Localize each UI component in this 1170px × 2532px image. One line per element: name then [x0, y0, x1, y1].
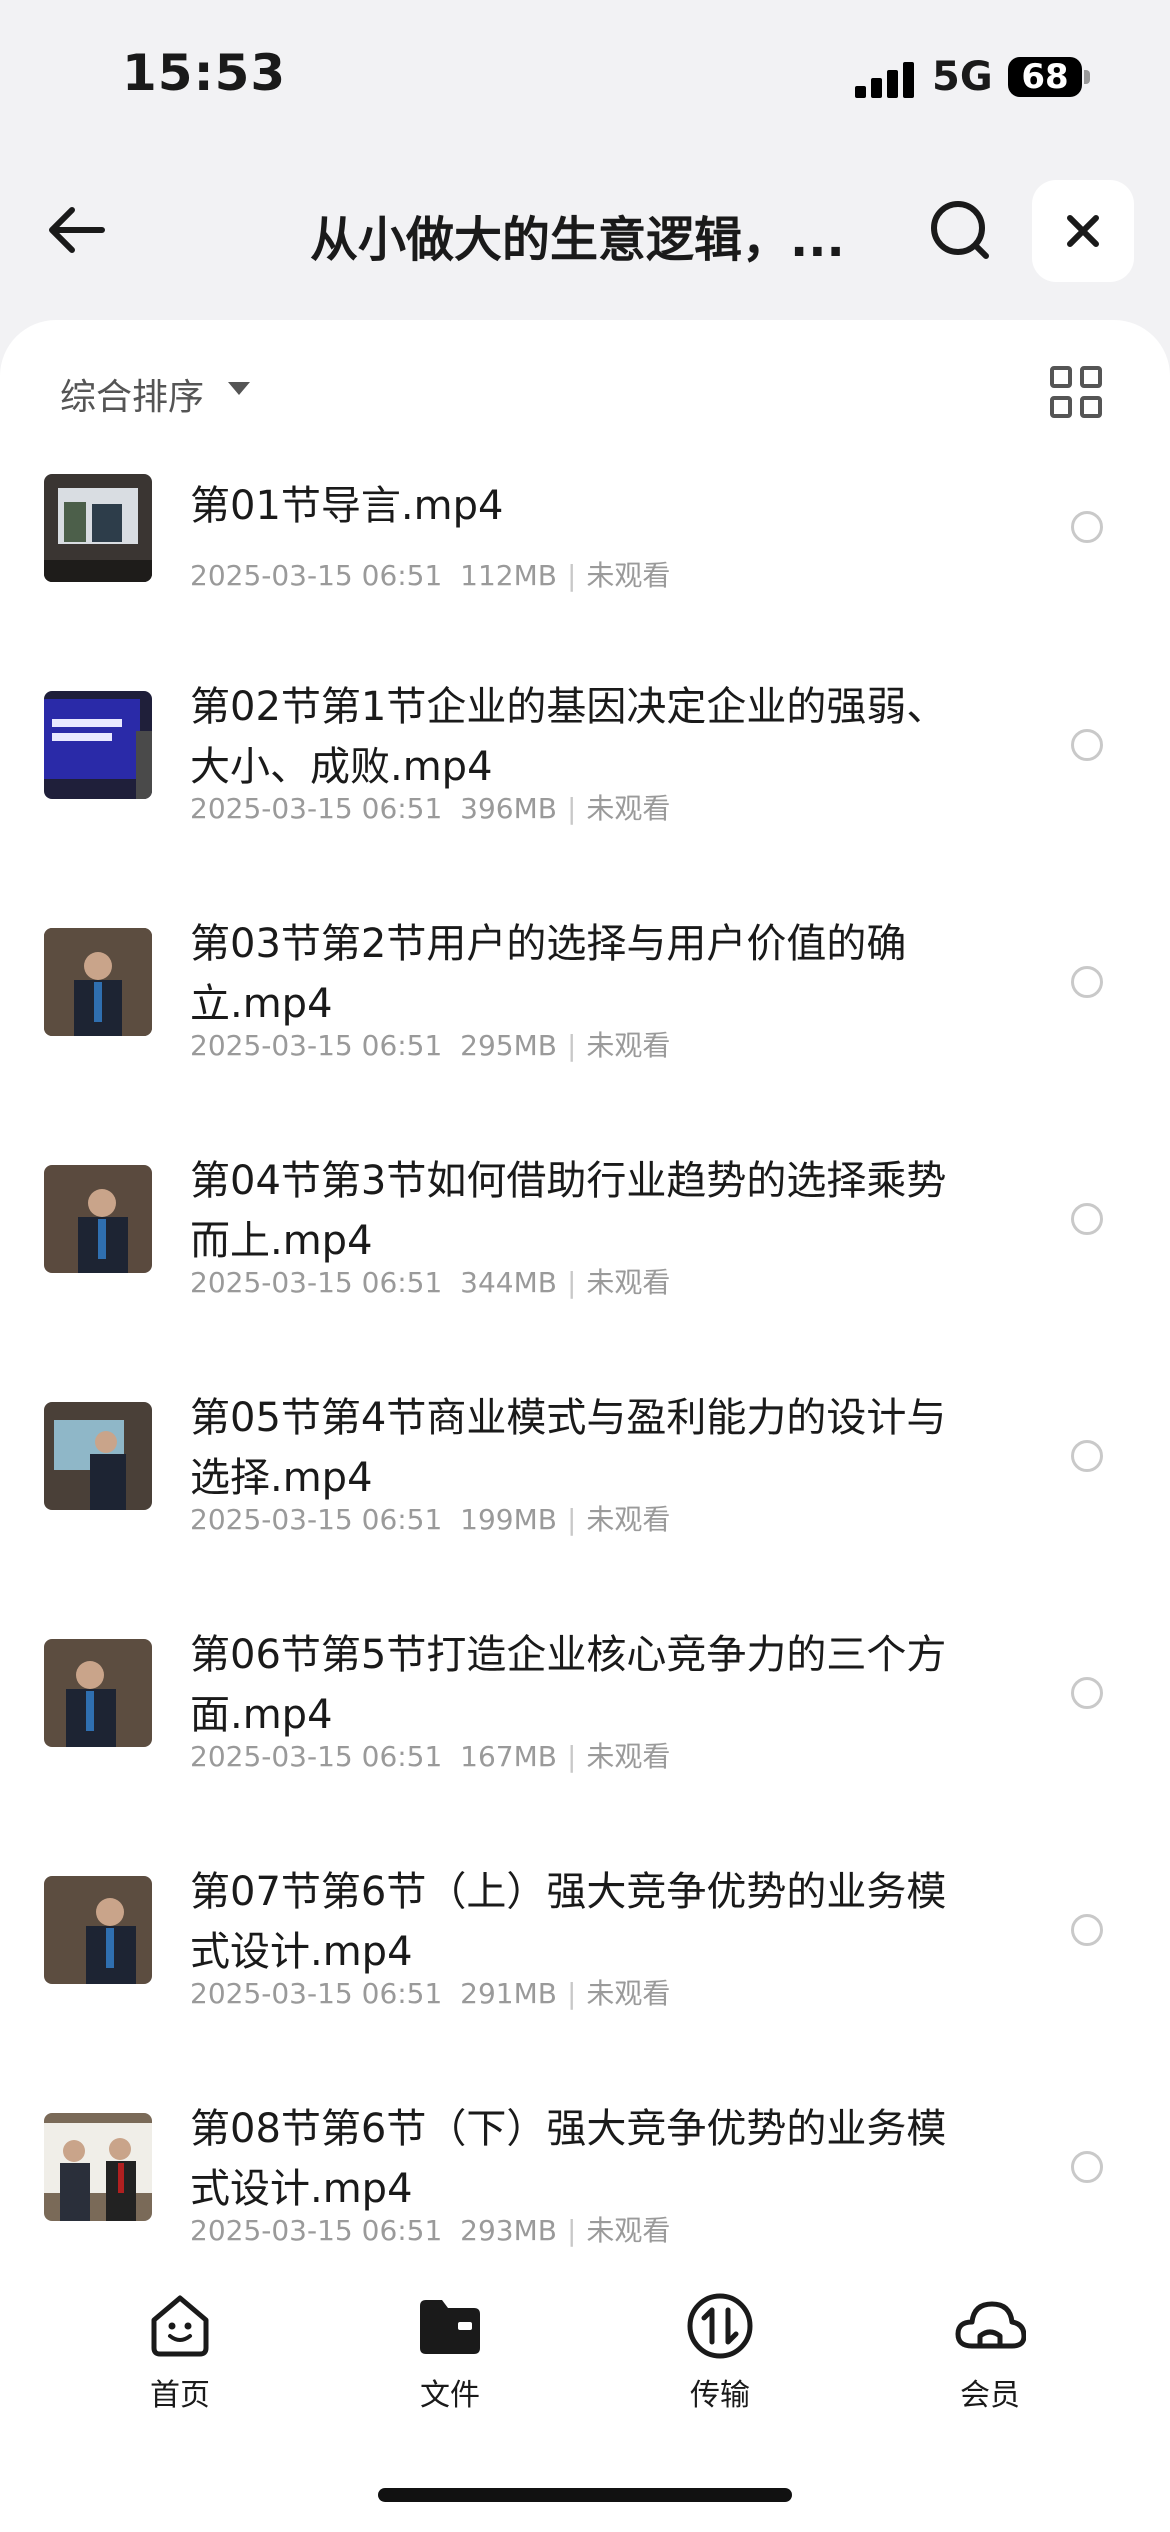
- grid-icon: [1050, 366, 1102, 418]
- close-icon: [1067, 215, 1099, 247]
- watch-status: 未观看: [586, 1266, 671, 1299]
- file-name: 第05节第4节商业模式与盈利能力的设计与选择.mp4: [190, 1395, 947, 1501]
- file-date: 2025-03-15 06:51: [190, 1503, 443, 1536]
- file-meta: 2025-03-15 06:51 112MB | 未观看: [190, 559, 671, 592]
- file-date: 2025-03-15 06:51: [190, 792, 443, 825]
- battery-cap: [1084, 70, 1090, 84]
- list-item[interactable]: 第02节第1节企业的基因决定企业的强弱、大小、成败.mp4 2025-03-15…: [0, 684, 1170, 924]
- file-name: 第03节第2节用户的选择与用户价值的确立.mp4: [190, 921, 907, 1027]
- select-radio[interactable]: [1071, 1914, 1103, 1946]
- grid-view-button[interactable]: [1048, 364, 1104, 420]
- home-indicator: [378, 2488, 792, 2502]
- file-size: 293MB: [460, 2214, 557, 2247]
- select-radio[interactable]: [1071, 1440, 1103, 1472]
- status-time: 15:53: [122, 44, 287, 102]
- back-button[interactable]: [40, 190, 120, 270]
- file-sheet: 综合排序 第01节导言.mp4 2025-03-15 06:51 112MB | 未…: [0, 320, 1170, 2260]
- file-meta: 2025-03-15 06:51 199MB | 未观看: [190, 1503, 671, 1536]
- video-thumbnail: [44, 928, 152, 1036]
- status-bar: 15:53 5G 68: [0, 0, 1170, 160]
- tab-home[interactable]: 首页: [80, 2290, 280, 2413]
- tab-vip[interactable]: 会员: [890, 2290, 1090, 2413]
- video-thumbnail: [44, 1876, 152, 1984]
- file-date: 2025-03-15 06:51: [190, 1977, 443, 2010]
- watch-status: 未观看: [586, 1977, 671, 2010]
- file-meta: 2025-03-15 06:51 295MB | 未观看: [190, 1029, 671, 1062]
- watch-status: 未观看: [586, 2214, 671, 2247]
- file-size: 344MB: [460, 1266, 557, 1299]
- file-date: 2025-03-15 06:51: [190, 2214, 443, 2247]
- file-name: 第01节导言.mp4: [190, 483, 504, 529]
- video-thumbnail: [44, 1639, 152, 1747]
- select-radio[interactable]: [1071, 966, 1103, 998]
- sort-dropdown[interactable]: 综合排序: [60, 368, 204, 420]
- video-thumbnail: [44, 1165, 152, 1273]
- close-button[interactable]: [1032, 180, 1134, 282]
- file-date: 2025-03-15 06:51: [190, 1740, 443, 1773]
- file-size: 167MB: [460, 1740, 557, 1773]
- file-meta: 2025-03-15 06:51 291MB | 未观看: [190, 1977, 671, 2010]
- select-radio[interactable]: [1071, 1677, 1103, 1709]
- list-item[interactable]: 第05节第4节商业模式与盈利能力的设计与选择.mp4 2025-03-15 06…: [0, 1395, 1170, 1635]
- list-item[interactable]: 第04节第3节如何借助行业趋势的选择乘势而上.mp4 2025-03-15 06…: [0, 1158, 1170, 1398]
- home-face-icon: [151, 2295, 209, 2357]
- select-radio[interactable]: [1071, 511, 1103, 543]
- file-meta: 2025-03-15 06:51 293MB | 未观看: [190, 2214, 671, 2247]
- battery-icon: 68: [1008, 57, 1082, 97]
- cloud-icon: [955, 2301, 1026, 2349]
- tab-transfer[interactable]: 传输: [620, 2290, 820, 2413]
- chevron-down-icon[interactable]: [228, 382, 250, 395]
- watch-status: 未观看: [586, 792, 671, 825]
- file-date: 2025-03-15 06:51: [190, 1266, 443, 1299]
- list-item[interactable]: 第03节第2节用户的选择与用户价值的确立.mp4 2025-03-15 06:5…: [0, 921, 1170, 1161]
- list-item[interactable]: 第07节第6节（上）强大竞争优势的业务模式设计.mp4 2025-03-15 0…: [0, 1869, 1170, 2109]
- list-item[interactable]: 第06节第5节打造企业核心竞争力的三个方面.mp4 2025-03-15 06:…: [0, 1632, 1170, 1872]
- watch-status: 未观看: [586, 1503, 671, 1536]
- tab-files[interactable]: 文件: [350, 2290, 550, 2413]
- search-icon: [931, 201, 989, 259]
- watch-status: 未观看: [586, 1029, 671, 1062]
- tab-label: 首页: [150, 2378, 210, 2413]
- file-name: 第04节第3节如何借助行业趋势的选择乘势而上.mp4: [190, 1158, 947, 1264]
- page-title: 从小做大的生意逻辑，...: [310, 212, 845, 268]
- file-date: 2025-03-15 06:51: [190, 1029, 443, 1062]
- file-name: 第02节第1节企业的基因决定企业的强弱、大小、成败.mp4: [190, 684, 947, 790]
- watch-status: 未观看: [586, 559, 671, 592]
- folder-icon: [420, 2300, 480, 2354]
- file-size: 291MB: [460, 1977, 557, 2010]
- file-size: 295MB: [460, 1029, 557, 1062]
- file-meta: 2025-03-15 06:51 167MB | 未观看: [190, 1740, 671, 1773]
- video-thumbnail: [44, 691, 152, 799]
- file-name: 第06节第5节打造企业核心竞争力的三个方面.mp4: [190, 1632, 947, 1738]
- video-thumbnail: [44, 474, 152, 582]
- network-type: 5G: [932, 54, 993, 100]
- transfer-icon: [687, 2293, 753, 2359]
- video-thumbnail: [44, 1402, 152, 1510]
- file-meta: 2025-03-15 06:51 344MB | 未观看: [190, 1266, 671, 1299]
- tab-label: 文件: [420, 2378, 480, 2413]
- video-thumbnail: [44, 2113, 152, 2221]
- file-date: 2025-03-15 06:51: [190, 559, 443, 592]
- file-name: 第07节第6节（上）强大竞争优势的业务模式设计.mp4: [190, 1869, 947, 1975]
- tab-label: 会员: [960, 2378, 1020, 2413]
- file-meta: 2025-03-15 06:51 396MB | 未观看: [190, 792, 671, 825]
- file-size: 396MB: [460, 792, 557, 825]
- select-radio[interactable]: [1071, 1203, 1103, 1235]
- watch-status: 未观看: [586, 1740, 671, 1773]
- select-radio[interactable]: [1071, 729, 1103, 761]
- arrow-left-icon: [49, 207, 105, 253]
- search-button[interactable]: [920, 190, 1000, 270]
- signal-icon: [855, 58, 915, 98]
- list-item[interactable]: 第01节导言.mp4 2025-03-15 06:51 112MB | 未观看: [0, 450, 1170, 687]
- file-name: 第08节第6节（下）强大竞争优势的业务模式设计.mp4: [190, 2106, 947, 2212]
- nav-bar: 从小做大的生意逻辑，...: [0, 170, 1170, 290]
- file-size: 199MB: [460, 1503, 557, 1536]
- tab-bar: 首页 文件 传输 会员: [0, 2260, 1170, 2532]
- select-radio[interactable]: [1071, 2151, 1103, 2183]
- file-size: 112MB: [460, 559, 557, 592]
- tab-label: 传输: [690, 2378, 750, 2413]
